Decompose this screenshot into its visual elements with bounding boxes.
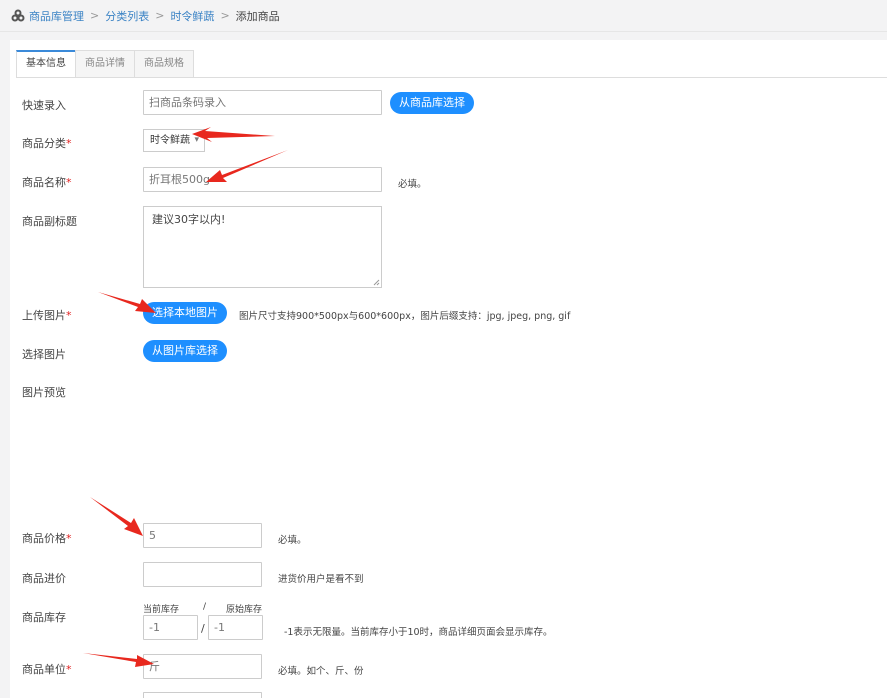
price-label-text: 商品价格: [22, 532, 66, 545]
price-input[interactable]: 5: [143, 523, 262, 548]
unit-label-text: 商品单位: [22, 663, 66, 676]
category-label-text: 商品分类: [22, 137, 66, 150]
breadcrumb-current: 添加商品: [235, 9, 280, 23]
tab-bar: 基本信息 商品详情 商品规格: [16, 50, 194, 78]
current-stock-input[interactable]: -1: [143, 615, 198, 640]
tab-product-details[interactable]: 商品详情: [75, 50, 135, 77]
tab-divider: [16, 77, 887, 78]
tab-product-specs[interactable]: 商品规格: [134, 50, 194, 77]
required-mark: *: [66, 532, 72, 545]
required-mark: *: [66, 176, 72, 189]
unit-label: 商品单位*: [22, 661, 72, 677]
image-preview-area: [143, 380, 443, 510]
original-stock-input[interactable]: -1: [208, 615, 263, 640]
select-from-library-button[interactable]: 从商品库选择: [390, 92, 474, 114]
product-name-input[interactable]: 折耳根500g: [143, 167, 382, 192]
required-mark: *: [66, 137, 72, 150]
quick-entry-label: 快速录入: [22, 99, 66, 112]
price-hint: 必填。: [278, 535, 307, 546]
next-input-partial[interactable]: [143, 692, 262, 698]
breadcrumb-separator: >: [220, 9, 230, 22]
home-icon: [11, 9, 25, 21]
required-mark: *: [66, 309, 72, 322]
stock-slash: /: [203, 602, 207, 612]
breadcrumb-separator: >: [155, 9, 165, 22]
required-mark: *: [66, 663, 72, 676]
preview-label: 图片预览: [22, 386, 66, 399]
upload-label: 上传图片*: [22, 307, 72, 323]
current-stock-label: 当前库存: [143, 605, 180, 615]
breadcrumb-link-seasonal[interactable]: 时令鲜蔬: [170, 8, 214, 24]
original-stock-label: 原始库存: [226, 605, 263, 615]
resize-grip-icon[interactable]: [373, 279, 380, 286]
category-selected-value: 时令鲜蔬: [150, 135, 190, 146]
stock-hint: -1表示无限量。当前库存小于10时，商品详细页面会显示库存。: [284, 627, 553, 638]
breadcrumb-link-categories[interactable]: 分类列表: [105, 8, 149, 24]
cost-hint: 进货价用户是看不到: [278, 574, 364, 585]
unit-input[interactable]: 斤: [143, 654, 262, 679]
chevron-down-icon: ▾: [194, 135, 199, 145]
form-panel: 基本信息 商品详情 商品规格: [10, 40, 887, 698]
unit-hint: 必填。如个、斤、份: [278, 666, 364, 677]
upload-hint: 图片尺寸支持900*500px与600*600px，图片后缀支持：jpg, jp…: [239, 311, 571, 322]
subtitle-label: 商品副标题: [22, 215, 77, 228]
breadcrumb: 商品库管理 > 分类列表 > 时令鲜蔬 > 添加商品: [0, 0, 887, 32]
stock-label: 商品库存: [22, 611, 66, 624]
stock-slash-between: /: [201, 622, 205, 635]
tab-basic-info[interactable]: 基本信息: [16, 50, 76, 78]
select-image-label: 选择图片: [22, 348, 66, 361]
select-from-gallery-button[interactable]: 从图片库选择: [143, 340, 227, 362]
price-label: 商品价格*: [22, 530, 72, 546]
cost-label: 商品进价: [22, 572, 66, 585]
barcode-input[interactable]: [143, 90, 382, 115]
name-label-text: 商品名称: [22, 176, 66, 189]
breadcrumb-link-library[interactable]: 商品库管理: [29, 8, 84, 24]
name-label: 商品名称*: [22, 174, 72, 190]
upload-label-text: 上传图片: [22, 309, 66, 322]
subtitle-text: 建议30字以内!: [152, 213, 226, 226]
upload-local-image-button[interactable]: 选择本地图片: [143, 302, 227, 324]
breadcrumb-separator: >: [90, 9, 100, 22]
name-hint: 必填。: [398, 179, 427, 190]
subtitle-textarea[interactable]: 建议30字以内!: [143, 206, 382, 288]
cost-input[interactable]: [143, 562, 262, 587]
category-label: 商品分类*: [22, 135, 72, 151]
category-select[interactable]: 时令鲜蔬 ▾: [143, 129, 205, 152]
